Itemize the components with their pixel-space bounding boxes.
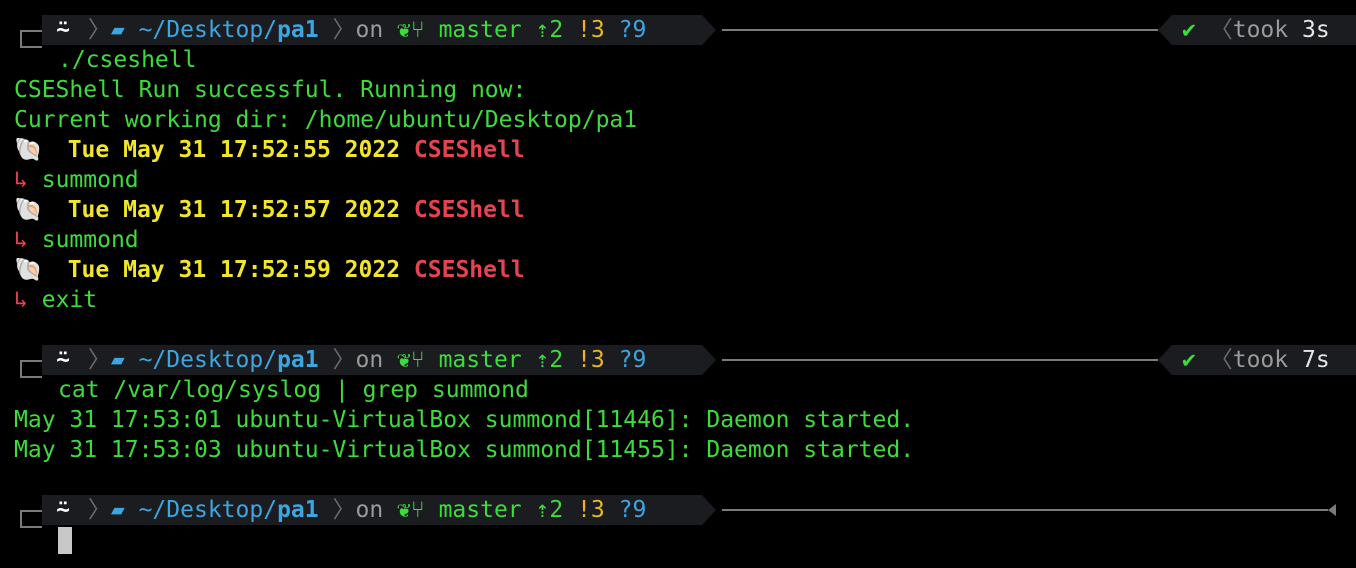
shell-input: summond — [41, 167, 139, 193]
git-ahead: ⇡2 — [535, 347, 564, 373]
ubuntu-icon: ⍨ — [56, 17, 70, 43]
prompt-segment-tip — [702, 15, 716, 45]
git-branch: master — [438, 17, 522, 43]
prompt-segment-tip — [702, 495, 716, 525]
path-current: pa1 — [277, 347, 319, 373]
shell-emoji-icon: 🐚 — [14, 257, 43, 283]
git-modified: !3 — [577, 17, 605, 43]
git-modified: !3 — [577, 497, 605, 523]
took-time: 3s — [1301, 17, 1330, 43]
separator-icon: 〉 — [332, 347, 356, 373]
prompt-segment-tip — [702, 345, 716, 375]
text-cursor[interactable] — [58, 527, 72, 554]
shell-input: exit — [41, 287, 98, 313]
separator-icon: 〉 — [332, 17, 356, 43]
ubuntu-icon: ⍨ — [56, 497, 70, 523]
folder-icon: ▰ — [110, 347, 125, 373]
git-branch-icon: ⑂ — [410, 497, 425, 523]
output-line: Current working dir: /home/ubuntu/Deskto… — [14, 107, 638, 133]
folder-icon: ▰ — [110, 497, 125, 523]
separator-icon: 〉 — [332, 497, 356, 523]
timestamp: Tue May 31 17:52:59 2022 — [67, 257, 401, 283]
prompt-left: ⍨ 〉▰ ~/Desktop/pa1 〉on ❦⑂ master ⇡2 !3 ?… — [52, 495, 646, 525]
separator-icon: 〈 — [1209, 17, 1233, 43]
separator-icon: 〈 — [1209, 347, 1233, 373]
prompt-corner-bottom — [20, 362, 42, 378]
output-line: May 31 17:53:03 ubuntu-VirtualBox summon… — [14, 437, 915, 463]
git-untracked: ?9 — [618, 497, 647, 523]
return-arrow-icon: ↳ — [14, 167, 28, 193]
output-line: CSEShell Run successful. Running now: — [14, 77, 527, 103]
path-current: pa1 — [277, 497, 319, 523]
timestamp: Tue May 31 17:52:55 2022 — [67, 137, 401, 163]
shell-prompt-line: 🐚 Tue May 31 17:52:55 2022 CSEShell — [14, 135, 525, 165]
git-ahead: ⇡2 — [535, 17, 564, 43]
path-prefix: ~/Desktop/ — [138, 497, 278, 523]
return-arrow-icon: ↳ — [14, 227, 28, 253]
git-ahead: ⇡2 — [535, 497, 564, 523]
folder-icon: ▰ — [110, 17, 125, 43]
github-cat-icon: ❦ — [397, 17, 411, 43]
git-branch: master — [438, 497, 522, 523]
right-segment-tip — [1158, 15, 1172, 45]
path-prefix: ~/Desktop/ — [138, 347, 278, 373]
shell-name: CSEShell — [413, 257, 525, 283]
prompt-right: ✔ 〈took 7s — [1182, 345, 1330, 375]
shell-input: summond — [41, 227, 139, 253]
shell-name: CSEShell — [413, 137, 525, 163]
shell-name: CSEShell — [413, 197, 525, 223]
took-time: 7s — [1301, 347, 1330, 373]
git-modified: !3 — [577, 347, 605, 373]
git-branch-icon: ⑂ — [410, 17, 425, 43]
shell-prompt-line: 🐚 Tue May 31 17:52:57 2022 CSEShell — [14, 195, 525, 225]
on-label: on — [355, 17, 384, 43]
git-branch-icon: ⑂ — [410, 347, 425, 373]
took-label: took — [1232, 17, 1289, 43]
shell-input-line: ↳ summond — [14, 165, 139, 195]
ubuntu-icon: ⍨ — [56, 347, 70, 373]
prompt-left: ⍨ 〉▰ ~/Desktop/pa1 〉on ❦⑂ master ⇡2 !3 ?… — [52, 15, 646, 45]
timestamp: Tue May 31 17:52:57 2022 — [67, 197, 401, 223]
path-prefix: ~/Desktop/ — [138, 17, 278, 43]
prompt-corner-bottom — [20, 512, 42, 528]
shell-input-line: ↳ summond — [14, 225, 139, 255]
git-branch: master — [438, 347, 522, 373]
github-cat-icon: ❦ — [397, 497, 411, 523]
return-arrow-icon: ↳ — [14, 287, 28, 313]
separator-icon: 〉 — [87, 497, 111, 523]
on-label: on — [355, 497, 384, 523]
terminal-window[interactable]: ⍨ 〉▰ ~/Desktop/pa1 〉on ❦⑂ master ⇡2 !3 ?… — [0, 0, 1356, 568]
git-untracked: ?9 — [618, 17, 647, 43]
output-line: May 31 17:53:01 ubuntu-VirtualBox summon… — [14, 407, 915, 433]
command-line: ./cseshell — [58, 47, 197, 73]
prompt-corner-bottom — [20, 32, 42, 48]
right-segment-tip — [1158, 345, 1172, 375]
prompt-right: ✔ 〈took 3s — [1182, 15, 1330, 45]
github-cat-icon: ❦ — [397, 347, 411, 373]
prompt-ruler — [722, 509, 1328, 511]
on-label: on — [355, 347, 384, 373]
path-current: pa1 — [277, 17, 319, 43]
shell-prompt-line: 🐚 Tue May 31 17:52:59 2022 CSEShell — [14, 255, 525, 285]
command-line: cat /var/log/syslog | grep summond — [58, 377, 529, 403]
prompt-left: ⍨ 〉▰ ~/Desktop/pa1 〉on ❦⑂ master ⇡2 !3 ?… — [52, 345, 646, 375]
check-icon: ✔ — [1182, 17, 1196, 43]
separator-icon: 〉 — [87, 17, 111, 43]
shell-input-line: ↳ exit — [14, 285, 97, 315]
separator-icon: 〉 — [87, 347, 111, 373]
shell-emoji-icon: 🐚 — [14, 197, 43, 223]
shell-emoji-icon: 🐚 — [14, 137, 43, 163]
took-label: took — [1232, 347, 1289, 373]
check-icon: ✔ — [1182, 347, 1196, 373]
git-untracked: ?9 — [618, 347, 647, 373]
ruler-end-icon — [1328, 504, 1336, 516]
prompt-ruler — [722, 29, 1158, 31]
prompt-ruler — [722, 359, 1158, 361]
